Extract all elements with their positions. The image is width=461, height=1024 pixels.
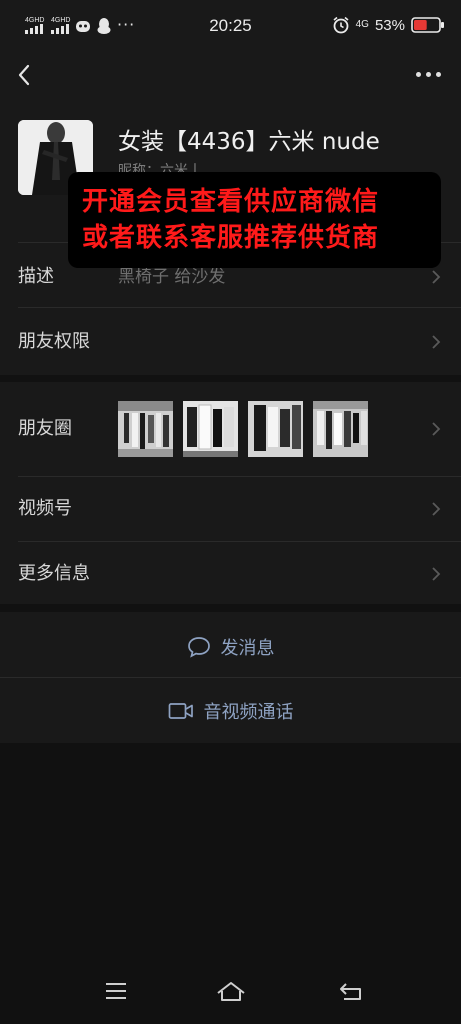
moments-row[interactable]: 朋友圈 bbox=[0, 396, 461, 462]
moments-thumbnails bbox=[118, 401, 368, 457]
more-dots-icon[interactable] bbox=[416, 72, 441, 77]
top-nav-bar bbox=[0, 52, 461, 100]
moments-label: 朋友圈 bbox=[18, 418, 72, 439]
friend-permissions-row[interactable]: 朋友权限 bbox=[0, 310, 461, 374]
moments-thumbnail bbox=[248, 401, 303, 457]
battery-icon bbox=[411, 17, 444, 33]
divider bbox=[18, 307, 461, 308]
moments-thumbnail bbox=[313, 401, 368, 457]
chevron-right-icon bbox=[432, 335, 441, 349]
status-bar: 4GHD 4GHD ··· 20:25 4G 53% bbox=[0, 0, 461, 52]
chevron-right-icon bbox=[432, 567, 441, 581]
chevron-right-icon bbox=[432, 270, 441, 284]
channels-row[interactable]: 视频号 bbox=[0, 477, 461, 541]
contact-name: 女装【4436】六米 nude bbox=[118, 129, 380, 155]
more-info-row[interactable]: 更多信息 bbox=[0, 542, 461, 606]
chevron-left-icon[interactable] bbox=[14, 62, 38, 88]
info-section: 朋友圈 视频号 更多信息 bbox=[0, 382, 461, 604]
chevron-right-icon bbox=[432, 422, 441, 436]
video-camera-icon bbox=[168, 702, 193, 719]
send-message-label: 发消息 bbox=[220, 637, 275, 659]
home-icon[interactable] bbox=[215, 980, 247, 1004]
chevron-right-icon bbox=[432, 502, 441, 516]
alarm-clock-icon bbox=[333, 16, 349, 34]
chat-bubble-icon bbox=[187, 636, 210, 658]
promo-line-2: 或者联系客服推荐供货商 bbox=[82, 223, 380, 253]
promo-line-1: 开通会员查看供应商微信 bbox=[82, 187, 380, 217]
promo-banner: 开通会员查看供应商微信 或者联系客服推荐供货商 bbox=[68, 172, 441, 268]
menu-icon[interactable] bbox=[104, 980, 128, 1002]
description-label: 描述 bbox=[18, 266, 54, 287]
channels-label: 视频号 bbox=[18, 498, 72, 519]
network-4g-label: 4G bbox=[355, 19, 369, 30]
friend-permissions-label: 朋友权限 bbox=[18, 331, 90, 352]
battery-percent: 53% bbox=[374, 16, 405, 34]
moments-thumbnail bbox=[183, 401, 238, 457]
back-icon[interactable] bbox=[338, 980, 364, 1002]
moments-thumbnail bbox=[118, 401, 173, 457]
video-call-button[interactable]: 音视频通话 bbox=[0, 678, 461, 743]
system-nav-bar bbox=[0, 964, 461, 1024]
send-message-button[interactable]: 发消息 bbox=[0, 614, 461, 679]
video-call-label: 音视频通话 bbox=[203, 701, 294, 723]
actions-section: 发消息 音视频通话 bbox=[0, 612, 461, 743]
status-right-group: 4G 53% bbox=[332, 16, 445, 34]
more-info-label: 更多信息 bbox=[18, 563, 90, 584]
